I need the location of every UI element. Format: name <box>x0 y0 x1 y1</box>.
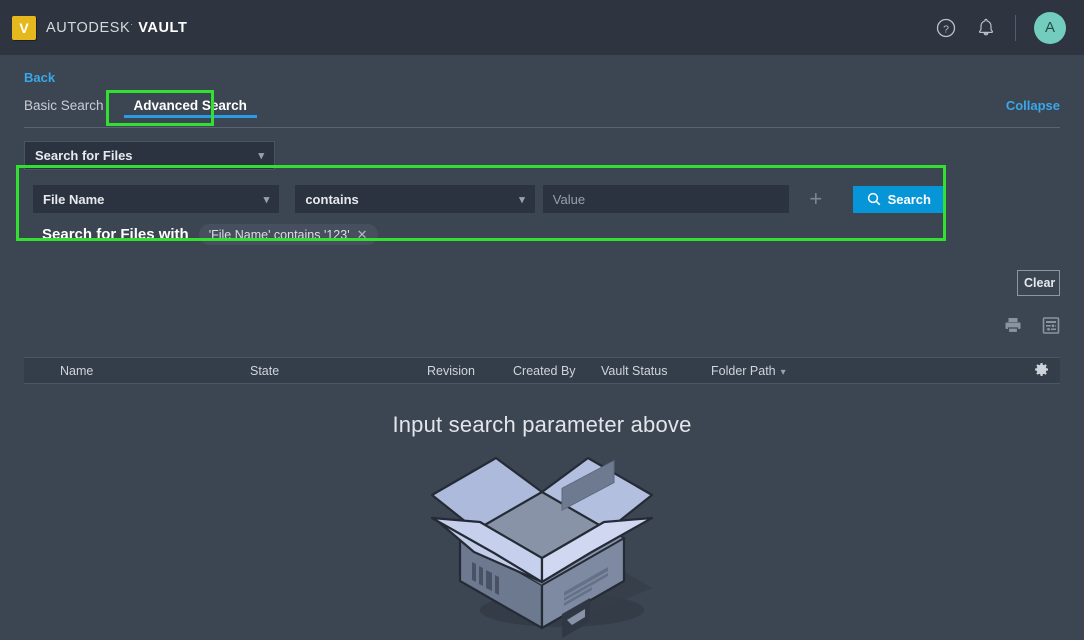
empty-state-illustration <box>24 440 1060 640</box>
chevron-down-icon: ▾ <box>780 366 786 378</box>
user-avatar[interactable]: A <box>1034 11 1066 44</box>
printer-icon[interactable] <box>1004 317 1022 339</box>
search-button-label: Search <box>887 191 931 207</box>
chevron-down-icon: ▾ <box>519 193 525 206</box>
page-body: Back Basic Search Advanced Search Collap… <box>0 55 1084 638</box>
header-actions: ? A <box>935 11 1066 44</box>
brand-product-label: VAULT <box>138 19 188 36</box>
criteria-chip-label: 'File Name' contains '123' <box>208 227 350 242</box>
tabs-underline <box>24 127 1060 128</box>
chevron-down-icon: ▾ <box>258 150 264 162</box>
criteria-row: File Name ▾ contains ▾ Value + Search <box>33 185 945 213</box>
app-header: V AUTODESK· VAULT ? A <box>0 0 1084 55</box>
list-settings-icon[interactable] <box>1042 317 1060 339</box>
column-header-vault-status[interactable]: Vault Status <box>601 364 711 378</box>
tab-advanced-search[interactable]: Advanced Search <box>121 98 260 121</box>
search-scope-value: Search for Files <box>35 148 133 163</box>
help-icon[interactable]: ? <box>935 17 957 39</box>
vault-logo-icon: V <box>12 15 36 40</box>
brand-logo[interactable]: V AUTODESK· VAULT <box>12 15 187 40</box>
tab-basic-search[interactable]: Basic Search <box>24 98 114 121</box>
column-header-folder-path[interactable]: Folder Path ▾ <box>711 364 786 378</box>
clear-button[interactable]: Clear <box>1017 270 1060 296</box>
results-header-row: Name State Revision Created By Vault Sta… <box>24 357 1060 384</box>
search-tabs: Basic Search Advanced Search Collapse <box>24 98 1060 128</box>
criteria-attribute-select[interactable]: File Name ▾ <box>33 185 280 213</box>
gear-icon[interactable] <box>1034 361 1050 380</box>
bell-icon[interactable] <box>975 17 997 39</box>
criteria-summary: Search for Files with 'File Name' contai… <box>33 224 945 245</box>
criteria-panel: File Name ▾ contains ▾ Value + Search Se… <box>24 177 954 252</box>
back-link[interactable]: Back <box>24 70 55 85</box>
criteria-condition-value: contains <box>305 191 359 207</box>
criteria-chip[interactable]: 'File Name' contains '123' ✕ <box>198 224 378 245</box>
close-icon[interactable]: ✕ <box>357 227 368 243</box>
column-header-created-by[interactable]: Created By <box>489 364 601 378</box>
brand-title: AUTODESK· VAULT <box>46 20 187 36</box>
search-scope-select[interactable]: Search for Files ▾ <box>24 141 275 170</box>
criteria-attribute-value: File Name <box>43 191 105 207</box>
criteria-summary-label: Search for Files with <box>42 226 189 243</box>
results-toolbar <box>1004 317 1060 339</box>
column-header-state[interactable]: State <box>250 364 427 378</box>
column-header-revision[interactable]: Revision <box>427 364 489 378</box>
svg-text:?: ? <box>943 23 949 35</box>
brand-autodesk-label: AUTODESK <box>46 19 131 36</box>
search-button[interactable]: Search <box>852 185 945 213</box>
criteria-value-input[interactable]: Value <box>542 185 790 213</box>
magnifier-icon <box>867 192 880 206</box>
criteria-condition-select[interactable]: contains ▾ <box>295 185 535 213</box>
column-header-folder-path-label: Folder Path <box>711 363 776 378</box>
chevron-down-icon: ▾ <box>263 193 270 206</box>
header-divider <box>1015 14 1016 41</box>
empty-state-message: Input search parameter above <box>392 412 692 437</box>
criteria-value-placeholder: Value <box>552 191 586 207</box>
collapse-link[interactable]: Collapse <box>1006 98 1060 121</box>
brand-trademark: · <box>130 19 134 29</box>
add-criteria-button[interactable]: + <box>801 188 831 210</box>
column-header-name[interactable]: Name <box>24 364 250 378</box>
